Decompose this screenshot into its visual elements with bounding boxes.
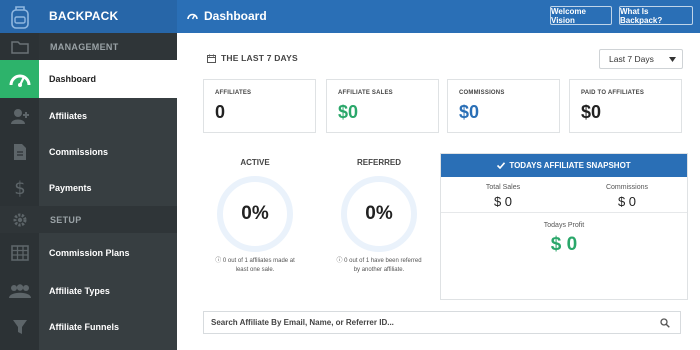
- stat-value: $0: [338, 102, 359, 122]
- calendar-icon: [207, 54, 216, 63]
- active-ring-label: ACTIVE: [240, 158, 270, 167]
- sidebar-item-dashboard[interactable]: Dashboard: [39, 60, 177, 98]
- search-icon[interactable]: [660, 318, 670, 328]
- period-title-text: THE LAST 7 DAYS: [221, 53, 298, 63]
- gear-icon: [0, 206, 39, 233]
- folder-icon: [0, 33, 39, 60]
- chevron-down-icon: [669, 57, 676, 62]
- info-icon: ⓘ: [336, 258, 345, 264]
- total-sales-label: Total Sales: [485, 184, 521, 191]
- page-title: Dashboard: [187, 9, 267, 23]
- referred-percent: 0%: [365, 203, 393, 224]
- stat-label: AFFILIATES: [215, 90, 252, 96]
- what-is-backpack-button[interactable]: What Is Backpack?: [619, 6, 693, 25]
- referred-note: ⓘ 0 out of 1 have been referred by anoth…: [333, 257, 425, 274]
- sidebar: MANAGEMENT Dashboard Affiliates Commissi…: [39, 33, 177, 350]
- sidebar-item-affiliate-funnels[interactable]: Affiliate Funnels: [39, 309, 177, 345]
- speedometer-icon: [187, 13, 198, 20]
- document-icon[interactable]: [0, 134, 39, 170]
- stat-value: 0: [215, 102, 226, 122]
- active-note-text: 0 out of 1 affiliates made at least one …: [222, 258, 295, 273]
- sidebar-item-affiliate-types[interactable]: Affiliate Types: [39, 273, 177, 309]
- affiliate-search-input[interactable]: [204, 312, 644, 333]
- sidebar-item-affiliates[interactable]: Affiliates: [39, 98, 177, 134]
- table-icon[interactable]: [0, 233, 39, 273]
- stat-card-affiliate-sales: AFFILIATE SALES $0: [326, 79, 439, 133]
- info-icon: ⓘ: [215, 258, 223, 264]
- referred-note-text: 0 out of 1 have been referred by another…: [344, 258, 422, 273]
- users-icon[interactable]: [0, 273, 39, 309]
- stat-card-commissions: COMMISSIONS $0: [447, 79, 560, 133]
- top-bar: BACKPACK Dashboard Welcome Vision What I…: [0, 0, 700, 33]
- stat-card-affiliates: AFFILIATES 0: [203, 79, 316, 133]
- stat-label: PAID TO AFFILIATES: [581, 90, 645, 96]
- sidebar-item-commissions[interactable]: Commissions: [39, 134, 177, 170]
- add-user-icon[interactable]: [0, 98, 39, 134]
- sidebar-item-payments[interactable]: Payments: [39, 170, 177, 206]
- period-title: THE LAST 7 DAYS: [207, 53, 298, 63]
- stat-card-paid-to-affiliates: PAID TO AFFILIATES $0: [569, 79, 682, 133]
- stat-value: $0: [581, 102, 602, 122]
- active-percent: 0%: [241, 203, 269, 224]
- stat-label: COMMISSIONS: [459, 90, 505, 96]
- dollar-icon[interactable]: $: [0, 170, 39, 206]
- affiliate-snapshot-panel: TODAYS AFFILIATE SNAPSHOT Total Sales $ …: [440, 153, 688, 300]
- stat-label: AFFILIATE SALES: [338, 90, 393, 96]
- sidebar-section-management: MANAGEMENT: [39, 33, 177, 60]
- brand-name: BACKPACK: [49, 9, 119, 23]
- sidebar-icon-rail: $: [0, 33, 39, 350]
- speedometer-icon[interactable]: [0, 60, 39, 98]
- snapshot-title: TODAYS AFFILIATE SNAPSHOT: [509, 161, 631, 170]
- total-sales-value: $ 0: [493, 194, 513, 209]
- sidebar-section-setup: SETUP: [39, 206, 177, 233]
- referred-ring: 0%: [341, 176, 417, 252]
- stat-value: $0: [459, 102, 480, 122]
- active-note: ⓘ 0 out of 1 affiliates made at least on…: [209, 257, 301, 274]
- referred-ring-label: REFERRED: [356, 158, 401, 167]
- svg-text:$: $: [14, 178, 25, 198]
- todays-profit-label: Todays Profit: [543, 222, 585, 229]
- brand-area[interactable]: BACKPACK: [0, 0, 177, 33]
- commissions-label: Commissions: [605, 184, 648, 191]
- backpack-logo-icon: [11, 6, 29, 29]
- snapshot-header: TODAYS AFFILIATE SNAPSHOT: [441, 154, 687, 177]
- main-content: THE LAST 7 DAYS Last 7 Days AFFILIATES 0…: [177, 33, 700, 350]
- affiliate-search-box[interactable]: [203, 311, 681, 334]
- period-select[interactable]: Last 7 Days: [599, 49, 683, 69]
- snapshot-divider: [441, 212, 687, 213]
- welcome-button[interactable]: Welcome Vision: [550, 6, 612, 25]
- todays-profit-value: $ 0: [550, 234, 578, 255]
- active-ring: 0%: [217, 176, 293, 252]
- commissions-value: $ 0: [617, 194, 637, 209]
- check-icon: [497, 162, 506, 169]
- funnel-icon[interactable]: [0, 309, 39, 345]
- page-title-text: Dashboard: [204, 9, 267, 23]
- period-select-value: Last 7 Days: [609, 54, 654, 64]
- sidebar-item-commission-plans[interactable]: Commission Plans: [39, 233, 177, 273]
